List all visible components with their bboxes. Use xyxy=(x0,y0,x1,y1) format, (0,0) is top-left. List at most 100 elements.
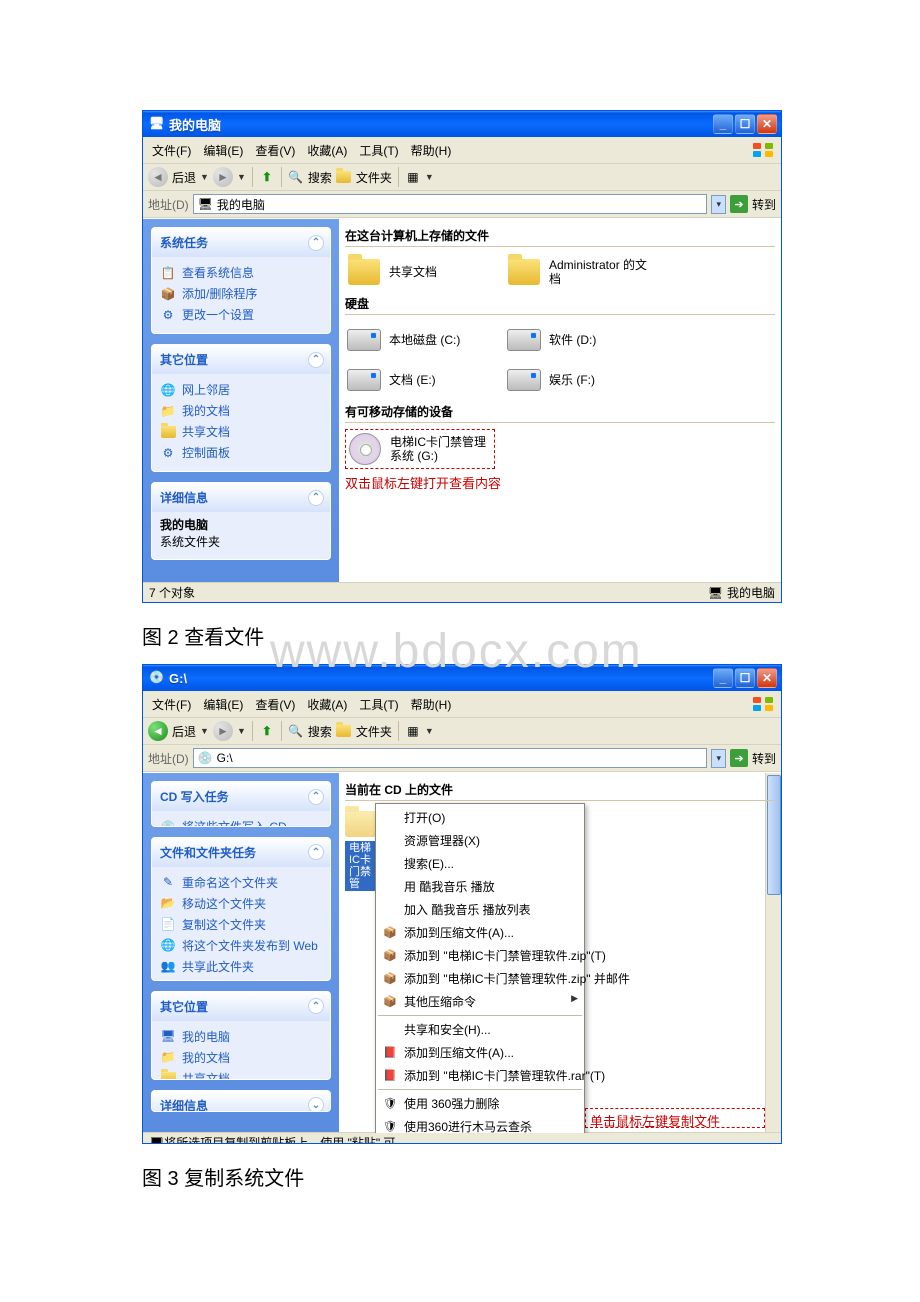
context-menu-item[interactable]: 加入 酷我音乐 播放列表 xyxy=(376,898,584,921)
item-admin-docs[interactable]: Administrator 的文档 xyxy=(505,253,655,291)
back-dropdown[interactable]: ▼ xyxy=(200,726,209,736)
up-button[interactable]: ⬆ xyxy=(259,723,275,739)
address-label: 地址(D) xyxy=(148,196,189,213)
context-menu-item[interactable]: 📦添加到压缩文件(A)... xyxy=(376,921,584,944)
forward-dropdown[interactable]: ▼ xyxy=(237,172,246,182)
context-menu-item[interactable]: 📕添加到压缩文件(A)... xyxy=(376,1041,584,1064)
menu-item-icon: 🛡 xyxy=(382,1095,398,1111)
up-button[interactable]: ⬆ xyxy=(259,169,275,185)
menu-view[interactable]: 查看(V) xyxy=(250,140,300,161)
maximize-button[interactable]: ☐ xyxy=(735,114,755,134)
link-write-cd[interactable]: 💿将这些文件写入 CD xyxy=(160,816,322,827)
titlebar[interactable]: 🖥 我的电脑 _ ☐ ✕ xyxy=(143,111,781,137)
menu-favorites[interactable]: 收藏(A) xyxy=(302,140,352,161)
forward-dropdown[interactable]: ▼ xyxy=(237,726,246,736)
menu-view[interactable]: 查看(V) xyxy=(250,694,300,715)
link-email[interactable]: ✉以电子邮件形式发送该文件夹内的文件 xyxy=(160,977,322,981)
close-button[interactable]: ✕ xyxy=(757,114,777,134)
back-button[interactable]: ◄ xyxy=(148,167,168,187)
menu-item-label: 用 酷我音乐 播放 xyxy=(404,880,495,894)
go-button[interactable]: ➔ xyxy=(730,749,748,767)
address-label: 地址(D) xyxy=(148,750,189,767)
status-text: 将所选项目复制到剪贴板上，使用 "粘贴" 可 xyxy=(164,1134,395,1144)
menu-file[interactable]: 文件(F) xyxy=(147,694,196,715)
context-menu-item[interactable]: 🛡使用360进行木马云查杀 xyxy=(376,1115,584,1133)
address-field[interactable]: 🖥 我的电脑 xyxy=(193,194,708,214)
search-button[interactable]: 搜索 xyxy=(308,169,332,186)
back-dropdown[interactable]: ▼ xyxy=(200,172,209,182)
panel-other-places: 其它位置⌃ 🌐网上邻居 📁我的文档 共享文档 ⚙控制面板 xyxy=(151,344,331,472)
address-field[interactable]: 💿 G:\ xyxy=(193,748,708,768)
link-change-setting[interactable]: ⚙更改一个设置 xyxy=(160,304,322,325)
context-menu-item[interactable]: 打开(O) xyxy=(376,806,584,829)
views-dropdown[interactable]: ▼ xyxy=(425,172,434,182)
folders-button[interactable]: 文件夹 xyxy=(356,723,392,740)
search-button[interactable]: 搜索 xyxy=(308,723,332,740)
context-menu-item[interactable]: 用 酷我音乐 播放 xyxy=(376,875,584,898)
maximize-button[interactable]: ☐ xyxy=(735,668,755,688)
context-menu-item[interactable]: 搜索(E)... xyxy=(376,852,584,875)
link-share[interactable]: 👥共享此文件夹 xyxy=(160,956,322,977)
context-menu-item[interactable]: 🛡使用 360强力删除 xyxy=(376,1092,584,1115)
link-copy[interactable]: 📄复制这个文件夹 xyxy=(160,914,322,935)
minimize-button[interactable]: _ xyxy=(713,114,733,134)
link-shared-docs[interactable]: 共享文档 xyxy=(160,421,322,442)
close-button[interactable]: ✕ xyxy=(757,668,777,688)
forward-button[interactable]: ► xyxy=(213,167,233,187)
context-menu-item[interactable]: 📦其他压缩命令 xyxy=(376,990,584,1013)
link-system-info[interactable]: 📋查看系统信息 xyxy=(160,262,322,283)
collapse-icon[interactable]: ⌃ xyxy=(308,844,324,860)
item-drive-f[interactable]: 娱乐 (F:) xyxy=(505,361,655,399)
address-dropdown[interactable]: ▾ xyxy=(711,749,726,768)
link-my-docs[interactable]: 📁我的文档 xyxy=(160,1047,322,1068)
link-rename[interactable]: ✎重命名这个文件夹 xyxy=(160,872,322,893)
collapse-icon[interactable]: ⌃ xyxy=(308,352,324,368)
collapse-icon[interactable]: ⌃ xyxy=(308,789,324,805)
back-label: 后退 xyxy=(172,169,196,186)
collapse-icon[interactable]: ⌃ xyxy=(308,998,324,1014)
item-selected-folder[interactable]: 电梯IC卡门禁管 xyxy=(345,811,377,837)
context-menu-item[interactable]: 资源管理器(X) xyxy=(376,829,584,852)
docs-icon: 📁 xyxy=(160,1049,176,1065)
go-button[interactable]: ➔ xyxy=(730,195,748,213)
menu-help[interactable]: 帮助(H) xyxy=(406,694,457,715)
collapse-icon[interactable]: ⌃ xyxy=(308,235,324,251)
views-button[interactable]: ▦ xyxy=(405,723,421,739)
menu-tools[interactable]: 工具(T) xyxy=(354,140,403,161)
copy-icon: 📄 xyxy=(160,916,176,932)
link-move[interactable]: 📂移动这个文件夹 xyxy=(160,893,322,914)
item-drive-d[interactable]: 软件 (D:) xyxy=(505,321,655,359)
item-shared-docs[interactable]: 共享文档 xyxy=(345,253,495,291)
link-publish[interactable]: 🌐将这个文件夹发布到 Web xyxy=(160,935,322,956)
views-button[interactable]: ▦ xyxy=(405,169,421,185)
address-dropdown[interactable]: ▾ xyxy=(711,195,726,214)
back-button[interactable]: ◄ xyxy=(148,721,168,741)
collapse-icon[interactable]: ⌃ xyxy=(308,490,324,506)
link-my-computer[interactable]: 🖥我的电脑 xyxy=(160,1026,322,1047)
folders-button[interactable]: 文件夹 xyxy=(356,169,392,186)
drive-icon xyxy=(507,369,541,391)
menu-item-label: 添加到 "电梯IC卡门禁管理软件.zip" 并邮件 xyxy=(404,972,630,986)
context-menu-item[interactable]: 共享和安全(H)... xyxy=(376,1018,584,1041)
expand-icon[interactable]: ⌄ xyxy=(308,1097,324,1112)
context-menu-item[interactable]: 📦添加到 "电梯IC卡门禁管理软件.zip" 并邮件 xyxy=(376,967,584,990)
minimize-button[interactable]: _ xyxy=(713,668,733,688)
menu-favorites[interactable]: 收藏(A) xyxy=(302,694,352,715)
context-menu-item[interactable]: 📕添加到 "电梯IC卡门禁管理软件.rar"(T) xyxy=(376,1064,584,1087)
link-add-remove[interactable]: 📦添加/删除程序 xyxy=(160,283,322,304)
item-drive-g[interactable]: 电梯IC卡门禁管理系统 (G:) xyxy=(345,429,495,469)
menu-tools[interactable]: 工具(T) xyxy=(354,694,403,715)
item-drive-c[interactable]: 本地磁盘 (C:) xyxy=(345,321,495,359)
menu-file[interactable]: 文件(F) xyxy=(147,140,196,161)
menu-help[interactable]: 帮助(H) xyxy=(406,140,457,161)
link-my-docs[interactable]: 📁我的文档 xyxy=(160,400,322,421)
link-shared-docs[interactable]: 共享文档 xyxy=(160,1068,322,1080)
views-dropdown[interactable]: ▼ xyxy=(425,726,434,736)
context-menu-item[interactable]: 📦添加到 "电梯IC卡门禁管理软件.zip"(T) xyxy=(376,944,584,967)
link-control-panel[interactable]: ⚙控制面板 xyxy=(160,442,322,463)
menu-edit[interactable]: 编辑(E) xyxy=(198,694,248,715)
menu-edit[interactable]: 编辑(E) xyxy=(198,140,248,161)
item-drive-e[interactable]: 文档 (E:) xyxy=(345,361,495,399)
link-network[interactable]: 🌐网上邻居 xyxy=(160,379,322,400)
forward-button[interactable]: ► xyxy=(213,721,233,741)
